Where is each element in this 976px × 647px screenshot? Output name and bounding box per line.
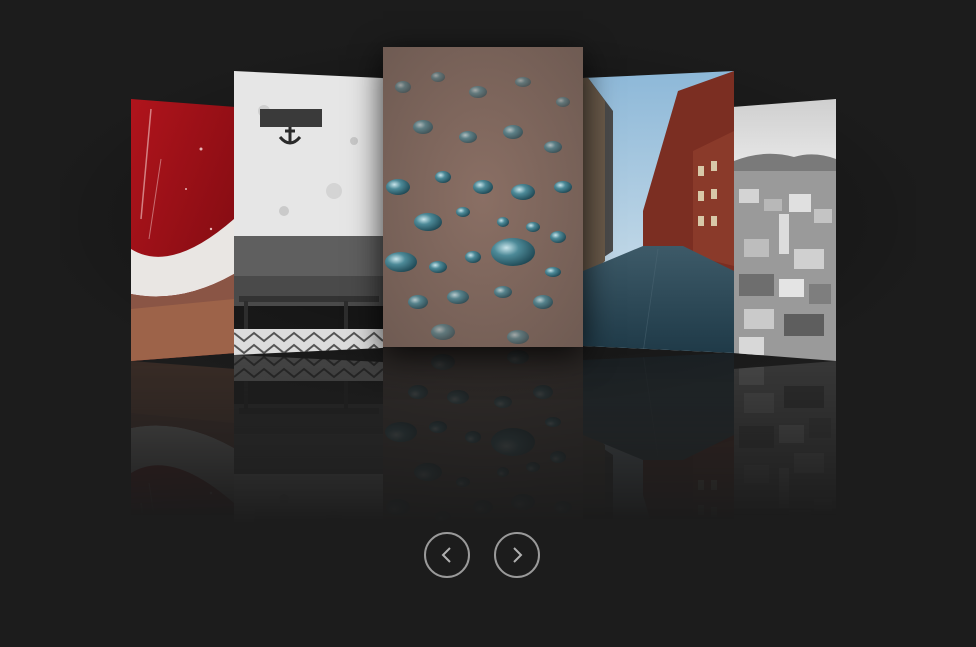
slide-water-droplets[interactable] [383,47,583,347]
white-wall-anchor-bench-photo [234,71,383,355]
city-aerial-bw-photo [734,99,836,361]
slide-reflection [383,347,583,647]
slide-reflection [131,361,234,623]
reflection-image [131,361,234,623]
reflection-image [583,353,734,635]
prev-button[interactable] [424,532,470,578]
water-droplets-photo [383,47,583,347]
coverflow-carousel [0,0,976,647]
reflection-image [383,347,583,647]
slide-city-aerial[interactable] [734,99,836,361]
red-door-photo [131,99,234,361]
next-button[interactable] [494,532,540,578]
slide-red-door[interactable] [131,99,234,361]
chevron-right-icon [513,547,523,563]
slide-reflection [734,361,836,623]
slide-reflection [583,353,734,635]
slide-city-street[interactable] [583,71,734,353]
reflection-image [734,361,836,623]
slide-reflection [234,355,383,639]
chevron-left-icon [441,547,451,563]
city-street-photo [583,71,734,353]
slide-white-wall[interactable] [234,71,383,355]
reflection-image [234,355,383,639]
